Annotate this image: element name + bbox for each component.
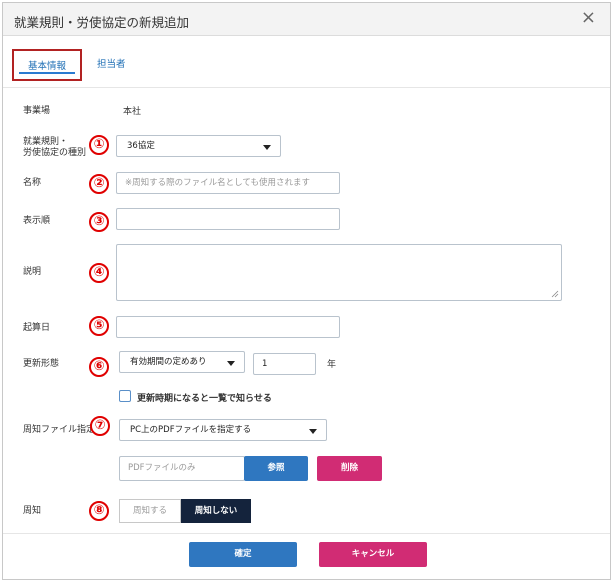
confirm-button[interactable]: 確定 [189, 542, 297, 567]
office-value: 本社 [123, 107, 142, 117]
delete-button[interactable]: 削除 [317, 456, 382, 481]
tab-basic-info[interactable]: 基本情報 [12, 49, 82, 81]
publicize-on-option[interactable]: 周知する [119, 499, 181, 523]
renewal-label: 更新形態 [23, 359, 60, 369]
marker-5: ⑤ [89, 316, 109, 336]
marker-2: ② [89, 174, 109, 194]
description-textarea[interactable] [116, 244, 562, 301]
description-label: 説明 [23, 267, 42, 277]
dialog-header: 就業規則・労使協定の新規追加 × [3, 3, 610, 36]
file-name-input[interactable]: PDFファイルのみ [119, 456, 245, 481]
renewal-unit: 年 [327, 360, 337, 370]
active-tab-indicator [19, 72, 75, 74]
renewal-notify-label: 更新時期になると一覧で知らせる [137, 394, 272, 404]
start-date-label: 起算日 [23, 323, 51, 333]
publicize-label: 周知 [23, 506, 42, 516]
start-date-input[interactable] [116, 316, 340, 338]
close-icon[interactable]: × [581, 8, 596, 28]
marker-3: ③ [89, 212, 109, 232]
browse-button[interactable]: 参照 [244, 456, 308, 481]
dialog-title: 就業規則・労使協定の新規追加 [14, 15, 190, 30]
resize-grip-icon[interactable] [551, 290, 559, 298]
type-label: 就業規則・ 労使協定の種別 [23, 137, 86, 159]
name-label: 名称 [23, 178, 42, 188]
file-label: 周知ファイル指定 [23, 425, 96, 435]
marker-4: ④ [89, 263, 109, 283]
cancel-button[interactable]: キャンセル [319, 542, 427, 567]
chevron-down-icon [309, 429, 317, 434]
display-order-input[interactable] [116, 208, 340, 230]
renewal-select[interactable]: 有効期間の定めあり [119, 351, 245, 373]
type-label-line1: 就業規則・ [23, 137, 69, 147]
chevron-down-icon [263, 145, 271, 150]
renewal-notify-checkbox[interactable] [119, 390, 131, 402]
footer-divider [3, 533, 610, 534]
marker-7: ⑦ [90, 416, 110, 436]
renewal-years-input[interactable]: 1 [253, 353, 316, 375]
marker-6: ⑥ [89, 357, 109, 377]
renewal-select-value: 有効期間の定めあり [130, 357, 207, 367]
order-label: 表示順 [23, 216, 51, 226]
type-label-line2: 労使協定の種別 [23, 148, 87, 158]
dialog: 就業規則・労使協定の新規追加 × 基本情報 担当者 事業場 本社 就業規則・ 労… [2, 2, 611, 580]
tab-bar: 基本情報 担当者 [3, 36, 610, 88]
marker-8: ⑧ [89, 501, 109, 521]
chevron-down-icon [227, 361, 235, 366]
name-input[interactable]: ※周知する際のファイル名としても使用されます [116, 172, 340, 194]
type-select-value: 36協定 [127, 141, 155, 151]
office-label: 事業場 [23, 106, 51, 116]
file-source-select[interactable]: PC上のPDFファイルを指定する [119, 419, 327, 441]
tab-person-in-charge[interactable]: 担当者 [97, 49, 137, 81]
tab-basic-info-label: 基本情報 [27, 61, 66, 72]
file-source-value: PC上のPDFファイルを指定する [130, 425, 252, 435]
publicize-off-option[interactable]: 周知しない [181, 499, 251, 523]
marker-1: ① [89, 135, 109, 155]
name-placeholder: ※周知する際のファイル名としても使用されます [125, 178, 310, 188]
file-name-placeholder: PDFファイルのみ [128, 463, 196, 473]
type-select[interactable]: 36協定 [116, 135, 281, 157]
